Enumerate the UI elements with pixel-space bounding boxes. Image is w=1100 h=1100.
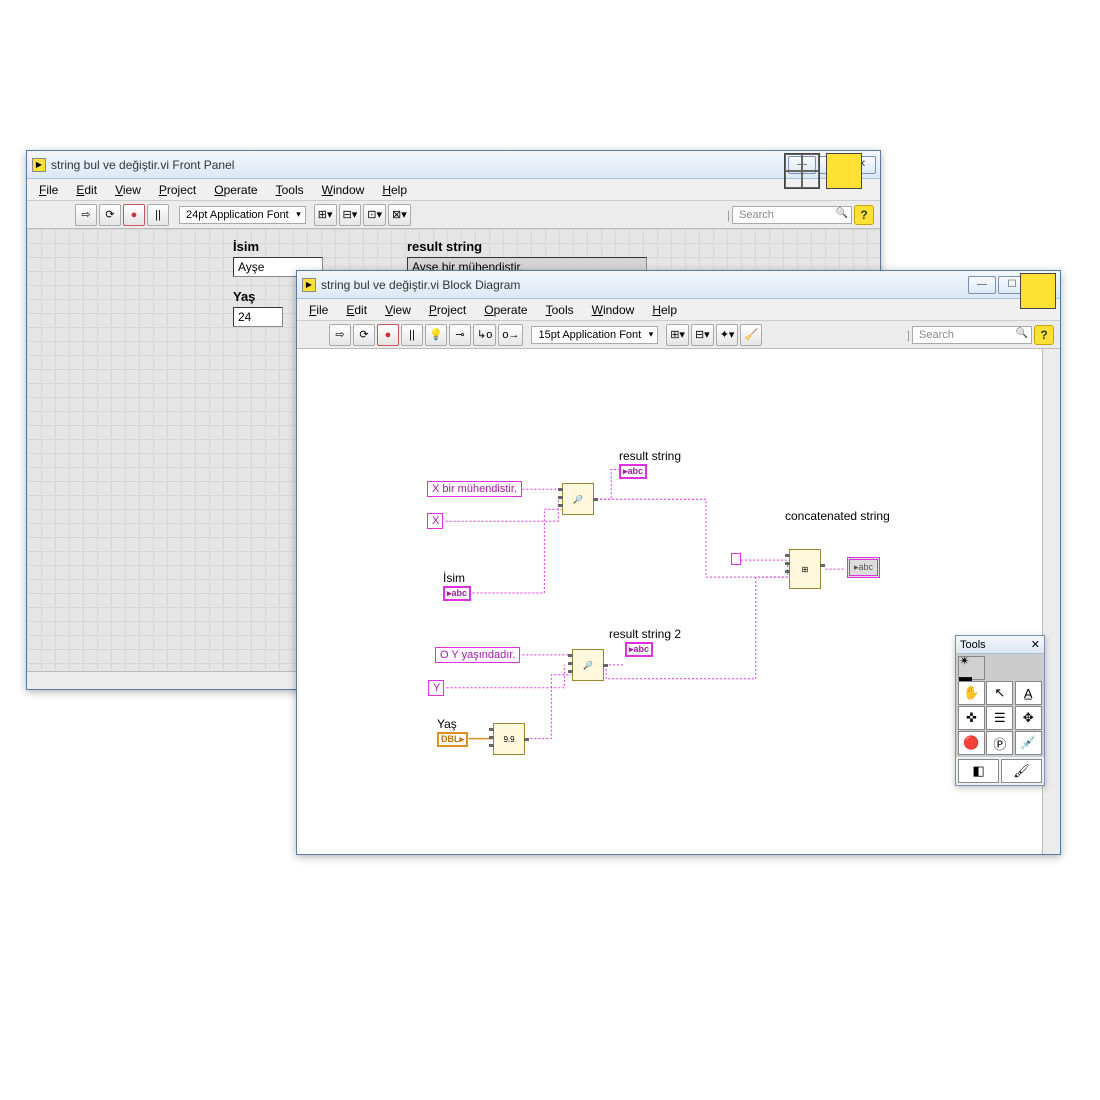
minimize-button[interactable]: — [968, 276, 996, 294]
run-continuous-button[interactable]: ⟳ [353, 324, 375, 346]
run-button[interactable]: ⇨ [75, 204, 97, 226]
string-const-y[interactable]: Y [428, 680, 444, 696]
abort-button[interactable]: ● [123, 204, 145, 226]
distribute-button[interactable]: ⊟▾ [339, 204, 362, 226]
menu-view[interactable]: View [107, 181, 149, 199]
cleanup-button[interactable]: ✦▾ [716, 324, 739, 346]
menu-view[interactable]: View [377, 301, 419, 319]
pause-button[interactable]: || [147, 204, 169, 226]
menu-edit[interactable]: Edit [68, 181, 105, 199]
result-label: result string [407, 239, 482, 254]
yas-input[interactable]: 24 [233, 307, 283, 327]
concat-func[interactable]: ⊞ [789, 549, 821, 589]
result-ind-label: result string [619, 449, 681, 463]
menu-tools[interactable]: Tools [538, 301, 582, 319]
search-replace-func-2[interactable]: 🔎 [572, 649, 604, 681]
shortcut-tool[interactable]: ☰ [986, 706, 1013, 730]
help-button[interactable]: ? [854, 205, 874, 225]
auto-tool[interactable]: ✴ ▬ [958, 656, 985, 680]
isim-ctrl[interactable]: ▸abc [443, 586, 471, 601]
search-input[interactable]: Search [732, 206, 852, 224]
front-panel-title: string bul ve değiştir.vi Front Panel [51, 158, 788, 172]
color-tool-brush[interactable]: 🖌 [1001, 759, 1042, 783]
num-to-string-func[interactable]: 9.9 [493, 723, 525, 755]
string-const-1[interactable]: X bir mühendistir. [427, 481, 522, 497]
result-ind[interactable]: ▸abc [619, 464, 647, 479]
front-panel-menubar: File Edit View Project Operate Tools Win… [27, 179, 880, 201]
tools-bottom: ◧ 🖌 [956, 757, 1044, 785]
retain-wire-button[interactable]: ⊸ [449, 324, 471, 346]
string-const-2[interactable]: O Y yaşındadır. [435, 647, 520, 663]
block-diagram-menubar: File Edit View Project Operate Tools Win… [297, 299, 1060, 321]
breakpoint-tool[interactable]: 🔴 [958, 731, 985, 755]
block-diagram-canvas[interactable]: X bir mühendistir. X İsim ▸abc 🔎 result … [297, 349, 1060, 854]
run-button[interactable]: ⇨ [329, 324, 351, 346]
probe-tool[interactable]: Ⓟ [986, 731, 1013, 755]
labview-icon: ▶ [301, 277, 317, 293]
menu-operate[interactable]: Operate [476, 301, 535, 319]
menu-edit[interactable]: Edit [338, 301, 375, 319]
run-continuous-button[interactable]: ⟳ [99, 204, 121, 226]
tools-palette[interactable]: Tools✕ ✴ ▬ ✋ ↖ A̲ ✜ ☰ ✥ 🔴 Ⓟ 💉 ◧ 🖌 [955, 635, 1045, 786]
connector-pane[interactable] [784, 153, 820, 189]
wires [297, 349, 1060, 854]
tools-title[interactable]: Tools✕ [956, 636, 1044, 654]
labview-icon: ▶ [31, 157, 47, 173]
scroll-tool[interactable]: ✥ [1015, 706, 1042, 730]
color-tool-bg[interactable]: ◧ [958, 759, 999, 783]
search-replace-func-1[interactable]: 🔎 [562, 483, 594, 515]
wiring-tool[interactable]: ✜ [958, 706, 985, 730]
step-into-button[interactable]: ↳o [473, 324, 496, 346]
abort-button[interactable]: ● [377, 324, 399, 346]
string-const-x[interactable]: X [427, 513, 443, 529]
menu-operate[interactable]: Operate [206, 181, 265, 199]
reorder-button[interactable]: 🧹 [740, 324, 762, 346]
search-input[interactable]: Search [912, 326, 1032, 344]
front-panel-titlebar[interactable]: ▶ string bul ve değiştir.vi Front Panel … [27, 151, 880, 179]
align-button[interactable]: ⊞▾ [314, 204, 337, 226]
color-copy-tool[interactable]: 💉 [1015, 731, 1042, 755]
block-diagram-titlebar[interactable]: ▶ string bul ve değiştir.vi Block Diagra… [297, 271, 1060, 299]
menu-tools[interactable]: Tools [268, 181, 312, 199]
menu-project[interactable]: Project [151, 181, 204, 199]
block-diagram-title: string bul ve değiştir.vi Block Diagram [321, 278, 968, 292]
concat-ind-label: concatenated string [785, 509, 890, 523]
vi-icon[interactable] [1020, 273, 1056, 309]
block-diagram-toolbar: ⇨ ⟳ ● || 💡 ⊸ ↳o o→ 15pt Application Font… [297, 321, 1060, 349]
yas-ctrl[interactable]: DBL▸ [437, 732, 468, 747]
yas-label: Yaş [233, 289, 255, 304]
block-diagram-window: ▶ string bul ve değiştir.vi Block Diagra… [296, 270, 1061, 855]
resize-button[interactable]: ⊡▾ [363, 204, 386, 226]
front-panel-toolbar: ⇨ ⟳ ● || 24pt Application Font ⊞▾ ⊟▾ ⊡▾ … [27, 201, 880, 229]
highlight-button[interactable]: 💡 [425, 324, 447, 346]
menu-help[interactable]: Help [374, 181, 415, 199]
distribute-button[interactable]: ⊟▾ [691, 324, 714, 346]
menu-window[interactable]: Window [314, 181, 373, 199]
vi-icon[interactable] [826, 153, 862, 189]
align-button[interactable]: ⊞▾ [666, 324, 689, 346]
isim-ctrl-label: İsim [443, 571, 465, 585]
pause-button[interactable]: || [401, 324, 423, 346]
concat-ind[interactable]: ▸abc [847, 557, 880, 578]
font-select[interactable]: 15pt Application Font [531, 326, 658, 344]
help-button[interactable]: ? [1034, 325, 1054, 345]
operate-tool[interactable]: ✋ [958, 681, 985, 705]
result2-ind-label: result string 2 [609, 627, 681, 641]
menu-file[interactable]: File [31, 181, 66, 199]
isim-label: İsim [233, 239, 259, 254]
step-over-button[interactable]: o→ [498, 324, 523, 346]
menu-project[interactable]: Project [421, 301, 474, 319]
tools-grid: ✴ ▬ ✋ ↖ A̲ ✜ ☰ ✥ 🔴 Ⓟ 💉 [956, 654, 1044, 757]
menu-help[interactable]: Help [644, 301, 685, 319]
font-select[interactable]: 24pt Application Font [179, 206, 306, 224]
menu-window[interactable]: Window [584, 301, 643, 319]
empty-string-const[interactable] [731, 553, 741, 565]
reorder-button[interactable]: ⊠▾ [388, 204, 411, 226]
close-icon[interactable]: ✕ [1031, 638, 1040, 651]
position-tool[interactable]: ↖ [986, 681, 1013, 705]
text-tool[interactable]: A̲ [1015, 681, 1042, 705]
yas-ctrl-label: Yaş [437, 717, 457, 731]
menu-file[interactable]: File [301, 301, 336, 319]
result2-ind[interactable]: ▸abc [625, 642, 653, 657]
